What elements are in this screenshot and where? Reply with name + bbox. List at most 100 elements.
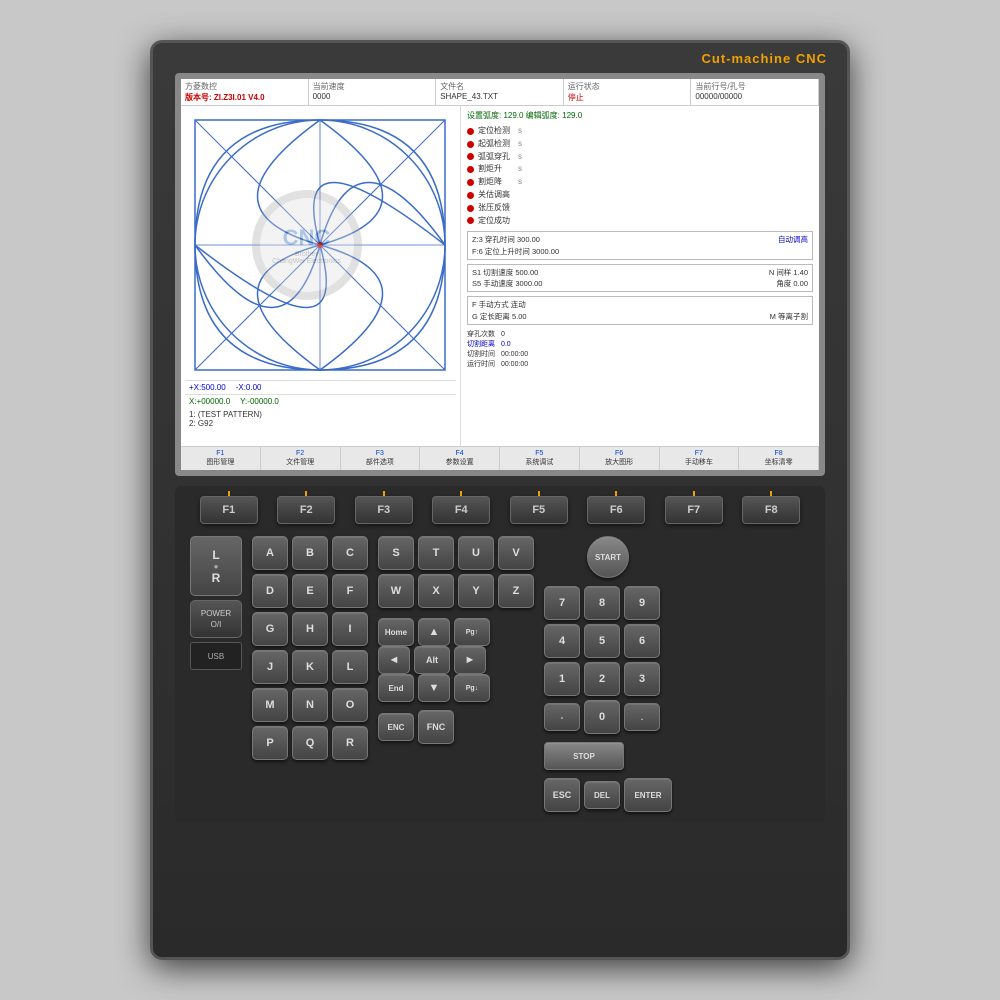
- equidist-label: M 等离子割: [770, 311, 808, 322]
- key-esc[interactable]: ESC: [544, 778, 580, 812]
- key-home[interactable]: Home: [378, 618, 414, 646]
- key-0[interactable]: 0: [584, 700, 620, 734]
- param-auto-adj: 自动调高: [778, 234, 808, 245]
- key-d[interactable]: D: [252, 574, 288, 608]
- key-enc[interactable]: ENC: [378, 713, 414, 741]
- key-3[interactable]: 3: [624, 662, 660, 696]
- manual-speed-label: S5 手动速度 3000.00: [472, 278, 542, 289]
- key-up[interactable]: ▲: [418, 618, 450, 646]
- key-x[interactable]: X: [418, 574, 454, 608]
- screen-f6-num: F6: [582, 450, 657, 457]
- key-i[interactable]: I: [332, 612, 368, 646]
- key-alt[interactable]: Alt: [414, 646, 450, 674]
- stuvwxyz-row1: S T U V: [378, 536, 534, 570]
- key-h[interactable]: H: [292, 612, 328, 646]
- power-key[interactable]: POWERO/I: [190, 600, 242, 638]
- key-2[interactable]: 2: [584, 662, 620, 696]
- key-p[interactable]: P: [252, 726, 288, 760]
- key-c[interactable]: C: [332, 536, 368, 570]
- key-o[interactable]: O: [332, 688, 368, 722]
- nav-cluster-wrap: Home ▲ Pg↑ ◄ Alt ► End ▼ Pg↓: [378, 618, 534, 702]
- dot-3: [467, 153, 474, 160]
- indicator-label-1: 定位检测s: [478, 125, 522, 138]
- key-b[interactable]: B: [292, 536, 328, 570]
- numpad: 7 8 9 4 5 6 1 2 3 -: [544, 586, 672, 734]
- key-dot[interactable]: .: [624, 703, 660, 731]
- key-left[interactable]: ◄: [378, 646, 410, 674]
- fkey-f5[interactable]: F5: [510, 496, 568, 524]
- key-7[interactable]: 7: [544, 586, 580, 620]
- fkey-f2[interactable]: F2: [277, 496, 335, 524]
- key-fnc[interactable]: FNC: [418, 710, 454, 744]
- key-e[interactable]: E: [292, 574, 328, 608]
- stuvwxyz-row2: W X Y Z: [378, 574, 534, 608]
- key-t[interactable]: T: [418, 536, 454, 570]
- key-j[interactable]: J: [252, 650, 288, 684]
- key-4[interactable]: 4: [544, 624, 580, 658]
- fkey-row: F1 F2 F3 F4 F5 F6 F7 F8: [190, 496, 810, 524]
- screen-f1[interactable]: F1 图形管理: [181, 447, 261, 470]
- key-k[interactable]: K: [292, 650, 328, 684]
- screen-f5-label: 系统调试: [525, 459, 553, 466]
- key-r[interactable]: R: [332, 726, 368, 760]
- key-5[interactable]: 5: [584, 624, 620, 658]
- key-down[interactable]: ▼: [418, 674, 450, 702]
- fkey-f3[interactable]: F3: [355, 496, 413, 524]
- key-s[interactable]: S: [378, 536, 414, 570]
- screen-f5[interactable]: F5 系统调试: [500, 447, 580, 470]
- key-n[interactable]: N: [292, 688, 328, 722]
- key-pagedown[interactable]: Pg↓: [454, 674, 490, 702]
- fkey-f8[interactable]: F8: [742, 496, 800, 524]
- key-1[interactable]: 1: [544, 662, 580, 696]
- y-pos-display: X:+00000.0: [189, 397, 230, 406]
- screen-f6[interactable]: F6 放大图形: [580, 447, 660, 470]
- key-a[interactable]: A: [252, 536, 288, 570]
- fkey-f1[interactable]: F1: [200, 496, 258, 524]
- key-right[interactable]: ►: [454, 646, 486, 674]
- key-z[interactable]: Z: [498, 574, 534, 608]
- numpad-row1: 7 8 9: [544, 586, 672, 620]
- key-stop[interactable]: STOP: [544, 742, 624, 770]
- fkey-f6[interactable]: F6: [587, 496, 645, 524]
- screen-f4[interactable]: F4 参数设置: [420, 447, 500, 470]
- indicator-8: 定位成功: [467, 215, 813, 228]
- key-del[interactable]: DEL: [584, 781, 620, 809]
- fkey-f7[interactable]: F7: [665, 496, 723, 524]
- runtime-stats: 穿孔次数 0 切割距离 0.0 切割时间 00:00:00 运行时间: [467, 329, 813, 369]
- key-8[interactable]: 8: [584, 586, 620, 620]
- pierce-val: 0: [501, 331, 505, 338]
- lr-key[interactable]: L ● R: [190, 536, 242, 596]
- key-g[interactable]: G: [252, 612, 288, 646]
- key-f[interactable]: F: [332, 574, 368, 608]
- key-enter[interactable]: ENTER: [624, 778, 672, 812]
- param-pierce-label: Z:3 穿孔时间 300.00: [472, 234, 540, 245]
- cnc-screen: 方菱数控 版本号: ZI.Z3I.01 V4.0 当前速度 0000 文件名 S…: [175, 73, 825, 476]
- key-minus[interactable]: -: [544, 703, 580, 731]
- key-start[interactable]: START: [587, 536, 629, 578]
- param-manual-speed: S5 手动速度 3000.00 角度 0.00: [472, 278, 808, 289]
- screen-f3[interactable]: F3 部件选项: [341, 447, 421, 470]
- key-pageup[interactable]: Pg↑: [454, 618, 490, 646]
- fkey-f4[interactable]: F4: [432, 496, 490, 524]
- key-end[interactable]: End: [378, 674, 414, 702]
- key-y[interactable]: Y: [458, 574, 494, 608]
- indicator-label-7: 张压反馈: [478, 202, 510, 215]
- alpha-row-5: M N O: [252, 688, 368, 722]
- key-q[interactable]: Q: [292, 726, 328, 760]
- brand-title: Cut-machine CNC: [701, 51, 827, 66]
- key-9[interactable]: 9: [624, 586, 660, 620]
- screen-f8[interactable]: F8 坐标清零: [739, 447, 819, 470]
- indicator-label-5: 割炬降s: [478, 176, 522, 189]
- key-l[interactable]: L: [332, 650, 368, 684]
- cut-time-display: 切割时间 00:00:00: [467, 349, 813, 359]
- key-u[interactable]: U: [458, 536, 494, 570]
- key-6[interactable]: 6: [624, 624, 660, 658]
- param-jog: F 手动方式 连动: [472, 299, 808, 310]
- screen-f4-label: 参数设置: [446, 459, 474, 466]
- key-v[interactable]: V: [498, 536, 534, 570]
- key-m[interactable]: M: [252, 688, 288, 722]
- screen-f6-label: 放大图形: [605, 459, 633, 466]
- screen-f7[interactable]: F7 手动移车: [660, 447, 740, 470]
- key-w[interactable]: W: [378, 574, 414, 608]
- screen-f2[interactable]: F2 文件管理: [261, 447, 341, 470]
